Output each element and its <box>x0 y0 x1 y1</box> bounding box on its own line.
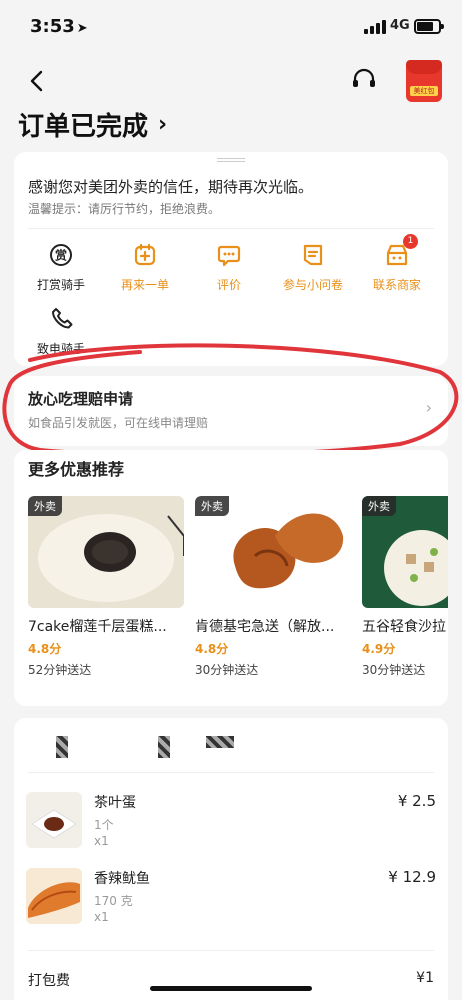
category-tag: 外卖 <box>28 496 62 516</box>
headset-icon <box>353 68 375 87</box>
signal-icon <box>364 20 386 34</box>
product-image: 外卖 <box>362 496 448 608</box>
page-title[interactable]: 订单已完成 <box>18 106 148 143</box>
divider <box>28 772 434 773</box>
location-arrow-icon: ➤ <box>76 21 88 36</box>
shop-name: 五谷轻食沙拉 <box>362 619 446 635</box>
survey-button[interactable]: 参与小问卷 <box>270 242 356 293</box>
network-label: 4G <box>390 18 410 33</box>
notification-badge: 1 <box>403 234 418 249</box>
tip-rider-icon: 赏 <box>48 242 74 268</box>
red-packet-button[interactable]: 美红包 <box>406 60 442 102</box>
thanks-message: 感谢您对美团外卖的信任，期待再次光临。 <box>28 178 314 196</box>
food-price: ¥ 12.9 <box>388 868 436 886</box>
action-label: 参与小问卷 <box>282 278 343 292</box>
chevron-right-icon: › <box>425 398 432 417</box>
action-label: 再来一单 <box>120 278 169 292</box>
order-status-card: 感谢您对美团外卖的信任，期待再次光临。 温馨提示：请厉行节约，拒绝浪费。 赏 打… <box>14 152 448 366</box>
recommend-item[interactable]: 外卖 肯德基宅急送（解放... 4.8分 30分钟送达 <box>195 496 353 696</box>
title-chevron-icon[interactable]: › <box>158 112 167 137</box>
order-detail-card: 茶叶蛋 1个 x1 ¥ 2.5 香辣鱿鱼 170 克 x1 ¥ 12.9 打包费… <box>14 718 448 1000</box>
food-quantity: x1 <box>94 834 109 848</box>
product-image: 外卖 <box>195 496 351 608</box>
delivery-time: 30分钟送达 <box>195 663 259 677</box>
food-spec: 170 克 <box>94 894 133 908</box>
action-label: 打赏骑手 <box>36 278 85 292</box>
reorder-icon <box>132 242 158 268</box>
food-image <box>26 868 82 924</box>
call-rider-button[interactable]: 致电骑手 <box>18 306 104 357</box>
claim-subtitle: 如食品引发就医，可在线申请理赔 <box>28 416 209 430</box>
customer-service-button[interactable] <box>350 66 378 94</box>
food-name: 香辣鱿鱼 <box>94 871 150 887</box>
battery-icon <box>414 19 444 34</box>
product-image: 外卖 <box>28 496 184 608</box>
recommendation-card: 更多优惠推荐 外卖 7cake榴莲千层蛋糕... 4.8分 52分钟送达 外卖 <box>14 450 448 706</box>
shop-rating: 4.9分 <box>362 642 396 656</box>
saving-tip: 温馨提示：请厉行节约，拒绝浪费。 <box>28 202 221 216</box>
claim-card[interactable]: 放心吃理赔申请 如食品引发就医，可在线申请理赔 › <box>14 376 448 446</box>
pixelated-store-name <box>56 736 68 758</box>
action-label: 联系商家 <box>372 278 421 292</box>
delivery-time: 52分钟送达 <box>28 663 92 677</box>
pixelated-store-name <box>158 736 170 758</box>
drag-handle[interactable] <box>217 158 245 162</box>
food-image <box>26 792 82 848</box>
claim-title: 放心吃理赔申请 <box>28 390 134 408</box>
back-arrow-icon <box>30 70 43 92</box>
shop-rating: 4.8分 <box>28 642 62 656</box>
red-packet-icon <box>406 60 442 74</box>
recommend-item[interactable]: 外卖 7cake榴莲千层蛋糕... 4.8分 52分钟送达 <box>28 496 186 696</box>
food-price: ¥ 2.5 <box>397 792 436 810</box>
red-packet-label: 美红包 <box>410 86 438 96</box>
back-button[interactable] <box>22 66 52 96</box>
survey-icon <box>300 242 326 268</box>
reorder-button[interactable]: 再来一单 <box>102 242 188 293</box>
divider <box>28 228 434 229</box>
recommend-title: 更多优惠推荐 <box>28 460 125 479</box>
tip-rider-button[interactable]: 赏 打赏骑手 <box>18 242 104 293</box>
order-item[interactable]: 香辣鱿鱼 170 克 x1 ¥ 12.9 <box>26 868 436 938</box>
packaging-fee-label: 打包费 <box>28 973 70 989</box>
shop-rating: 4.8分 <box>195 642 229 656</box>
phone-icon <box>48 306 74 332</box>
status-bar: 3:53 ➤ 4G <box>0 0 462 54</box>
category-tag: 外卖 <box>362 496 396 516</box>
recommend-item[interactable]: 外卖 五谷轻食沙拉 4.9分 30分钟送达 <box>362 496 448 696</box>
packaging-fee-price: ¥1 <box>416 970 434 986</box>
food-spec: 1个 <box>94 818 114 832</box>
status-time: 3:53 ➤ <box>30 16 88 37</box>
action-label: 评价 <box>216 278 241 292</box>
status-time-text: 3:53 <box>30 16 75 37</box>
category-tag: 外卖 <box>195 496 229 516</box>
review-icon <box>216 242 242 268</box>
shop-name: 肯德基宅急送（解放... <box>195 619 335 635</box>
delivery-time: 30分钟送达 <box>362 663 426 677</box>
food-name: 茶叶蛋 <box>94 795 136 811</box>
action-label: 致电骑手 <box>36 342 85 356</box>
pixelated-store-name <box>206 736 234 748</box>
divider <box>28 950 434 951</box>
home-indicator[interactable] <box>150 986 312 991</box>
shop-name: 7cake榴莲千层蛋糕... <box>28 619 167 635</box>
review-button[interactable]: 评价 <box>186 242 272 293</box>
contact-merchant-button[interactable]: 1 联系商家 <box>354 234 440 293</box>
food-quantity: x1 <box>94 910 109 924</box>
tip-glyph: 赏 <box>55 248 67 263</box>
merchant-icon: 1 <box>384 234 418 268</box>
order-item[interactable]: 茶叶蛋 1个 x1 ¥ 2.5 <box>26 792 436 862</box>
